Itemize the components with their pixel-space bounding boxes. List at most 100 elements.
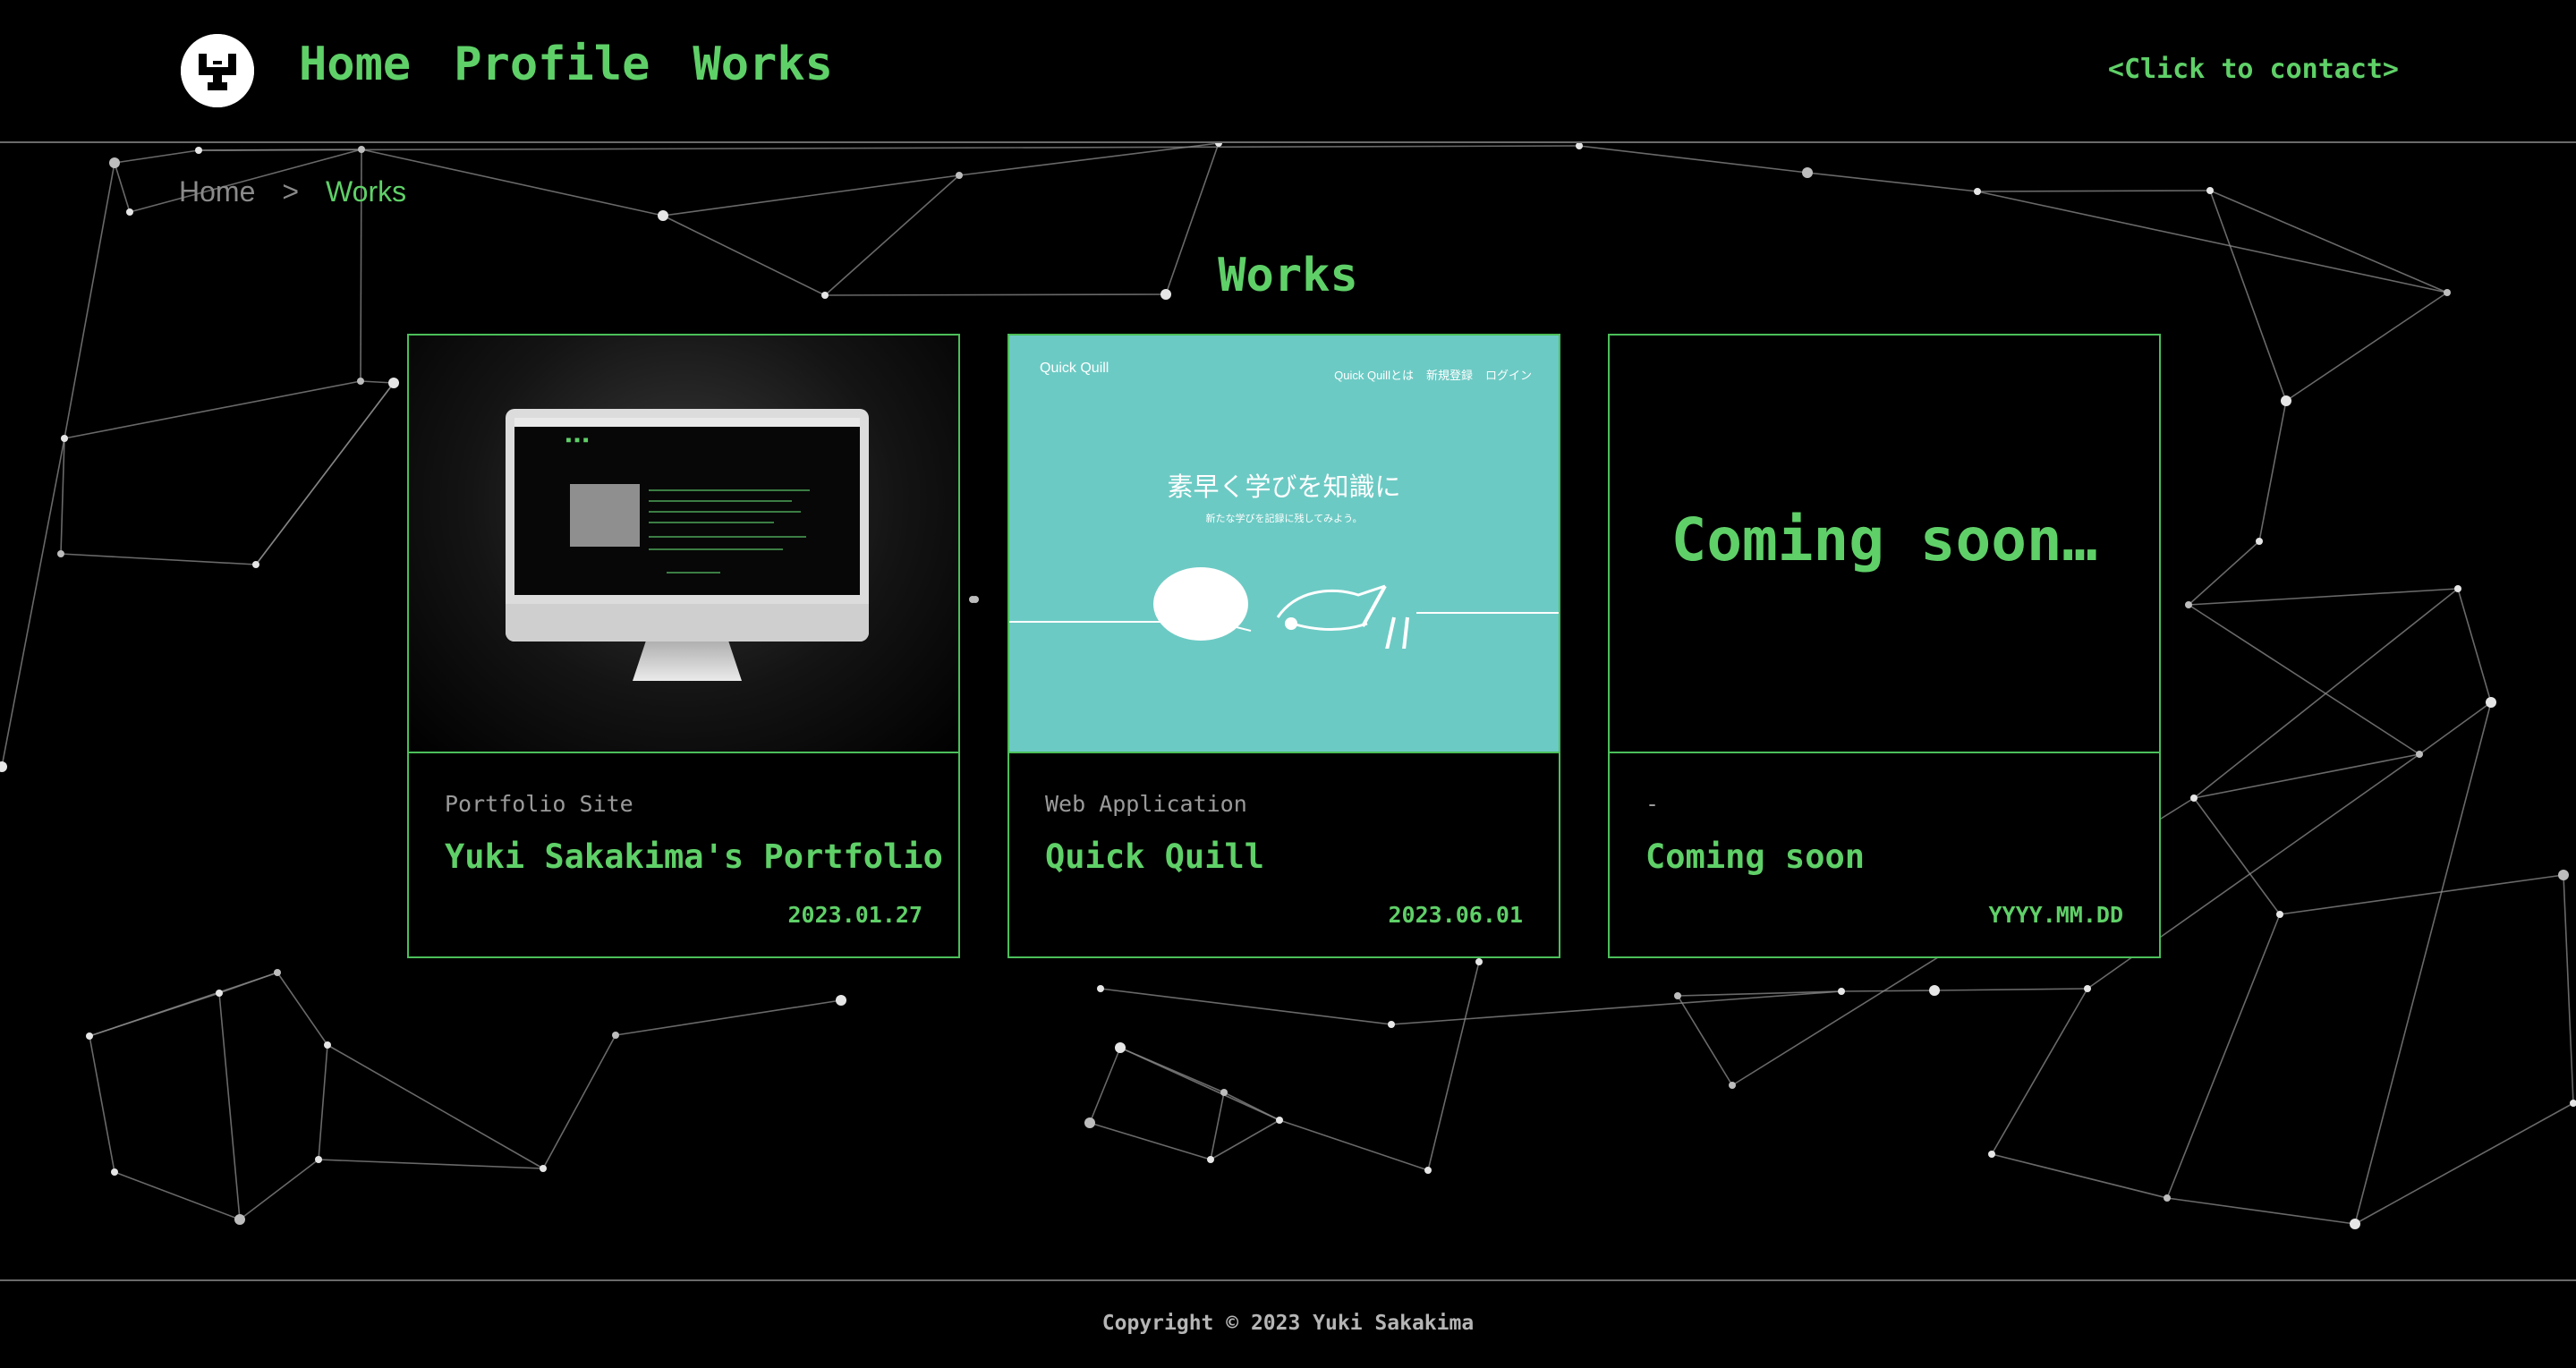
network-node [274,969,281,976]
network-node [216,990,223,997]
network-node [1576,142,1583,149]
network-line [2188,540,2260,606]
network-node [126,208,133,216]
network-line [2354,1102,2574,1225]
network-line [1427,961,1480,1171]
network-node [1974,188,1981,195]
network-line [276,972,328,1046]
copyright-text: Copyright © 2023 Yuki Sakakima [1101,1312,1475,1335]
quill-subline: 新たな学びを記録に残してみよう。 [1205,513,1363,524]
network-line [1210,1119,1280,1160]
network-line [1100,988,1392,1025]
contact-link[interactable]: <Click to contact> [2108,54,2399,85]
quill-logo-text: Quick Quill [1040,361,1109,376]
network-node [1115,1042,1126,1053]
network-line [1,438,65,768]
network-node [388,378,399,388]
network-line [662,174,960,217]
network-line [327,1044,544,1169]
nav-profile-link[interactable]: Profile [454,38,650,91]
work-category: - [1645,791,1660,817]
network-line [318,1159,544,1169]
network-node [2185,601,2192,608]
network-node [1475,958,1483,965]
work-date: 2023.06.01 [1388,902,1523,928]
nav-works-link[interactable]: Works [693,38,833,91]
network-node [2164,1194,2171,1202]
network-node [2486,697,2496,708]
network-line [1119,1047,1280,1121]
page-title: Works [1218,249,1358,302]
network-line [218,992,241,1220]
network-node [2558,870,2569,880]
site-header: Home Profile Works <Click to contact> [0,0,2576,143]
network-node [57,550,64,557]
network-node [109,157,120,168]
network-node [2454,585,2461,592]
network-line [255,382,395,565]
network-line [2188,604,2420,755]
quill-nav-item: 新規登録 [1425,369,1473,382]
site-logo-icon[interactable] [181,34,254,107]
network-node [1929,985,1940,996]
network-node [2256,538,2263,545]
network-line [239,1159,319,1220]
network-node [836,995,846,1006]
network-line [2258,400,2287,542]
network-line [2285,292,2448,402]
site-footer: Copyright © 2023 Yuki Sakakima [0,1279,2576,1368]
quill-nav-item: ログイン [1484,369,1532,382]
network-line [1578,145,1808,174]
network-node [195,147,202,154]
network-node [324,1041,331,1049]
work-card-quick-quill[interactable]: Quick Quill Quick Quillとは 新規登録 ログイン 素早く学… [1007,334,1560,958]
network-line [64,380,361,439]
network-node [2276,911,2283,918]
network-line [1991,1153,2168,1199]
work-category: Portfolio Site [445,791,633,817]
network-line [114,1171,241,1220]
network-node [2416,751,2423,758]
network-line [89,972,278,1037]
work-title: Coming soon [1645,837,1866,876]
work-card-portfolio[interactable]: ■ ■ ■ Portfolio Site Yuki Sakakima's Por… [407,334,960,958]
network-node [658,210,668,221]
network-node [2206,187,2214,194]
main-nav: Home Profile Works [299,38,833,91]
quill-nav-item: Quick Quillとは [1334,369,1414,382]
network-line [2166,913,2281,1199]
network-line [1089,1122,1211,1160]
network-node [956,172,963,179]
quill-illustration [1009,567,1559,649]
network-node [2084,985,2091,992]
network-node [1802,167,1813,178]
network-node [1838,988,1845,995]
work-thumbnail-quick-quill: Quick Quill Quick Quillとは 新規登録 ログイン 素早く学… [1009,336,1559,753]
work-card-coming-soon[interactable]: Coming soon… - Coming soon YYYY.MM.DD [1608,334,2161,958]
work-thumbnail-coming-soon: Coming soon… [1610,336,2159,753]
network-line [2354,701,2492,1225]
network-line [198,145,1580,151]
network-node [1674,992,1681,999]
breadcrumb-current: Works [326,175,407,208]
breadcrumb-home-link[interactable]: Home [179,175,255,208]
network-node [2350,1219,2360,1229]
network-line [2193,753,2420,799]
network-line [2419,701,2492,755]
network-node [1276,1117,1283,1124]
network-node [1220,1089,1228,1096]
network-node [111,1168,118,1176]
breadcrumb: Home > Works [179,175,406,208]
network-line [114,149,200,164]
network-line [615,999,842,1036]
network-node [1729,1082,1736,1089]
network-line [1841,990,1935,992]
network-node [1207,1156,1214,1163]
network-node [86,1032,93,1040]
network-line [1390,990,1842,1025]
nav-home-link[interactable]: Home [299,38,411,91]
network-node [315,1156,322,1163]
network-line [1991,988,2088,1155]
breadcrumb-separator: > [282,175,300,208]
network-line [1279,1119,1429,1171]
